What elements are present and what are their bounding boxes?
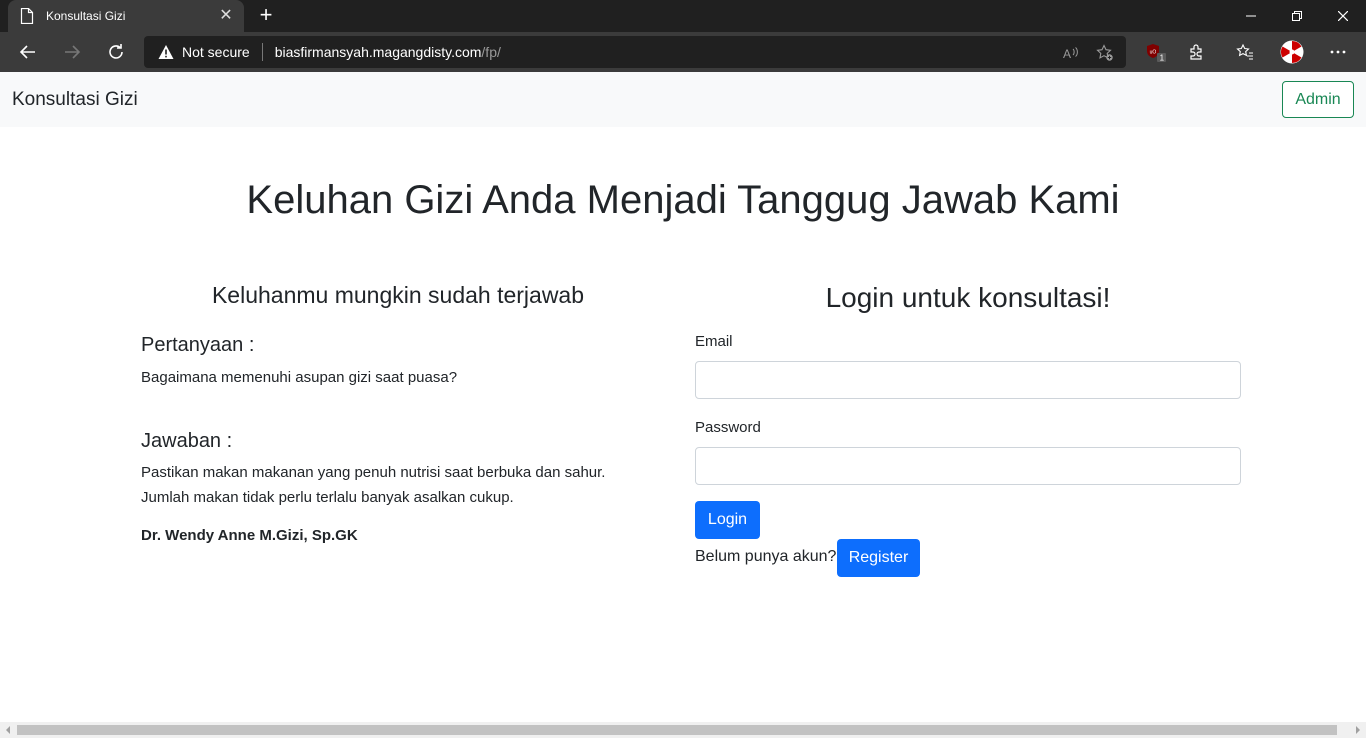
- close-tab-icon[interactable]: ✕: [218, 8, 234, 24]
- question-text: Bagaimana memenuhi asupan gizi saat puas…: [141, 369, 458, 386]
- url-host: biasfirmansyah.magangdisty.com: [274, 44, 482, 60]
- login-button[interactable]: Login: [695, 501, 760, 539]
- url-path: /fp/: [481, 44, 501, 60]
- site-navbar: Konsultasi Gizi Admin: [0, 72, 1366, 127]
- minimize-icon[interactable]: [1228, 0, 1274, 32]
- omnibox-divider: [261, 43, 263, 61]
- scroll-left-icon[interactable]: [4, 726, 12, 734]
- browser-tabbar: Konsultasi Gizi ✕ +: [0, 0, 1366, 32]
- page-title: Keluhan Gizi Anda Menjadi Tanggug Jawab …: [246, 178, 1120, 222]
- new-tab-icon[interactable]: +: [256, 4, 276, 26]
- security-label[interactable]: Not secure: [182, 44, 250, 60]
- email-field[interactable]: [695, 361, 1241, 399]
- password-label: Password: [695, 419, 761, 436]
- extension-badge: 1: [1160, 54, 1165, 63]
- profile-avatar[interactable]: [1276, 36, 1308, 68]
- warning-icon[interactable]: [158, 44, 174, 60]
- back-icon[interactable]: [12, 36, 44, 68]
- scrollbar-thumb[interactable]: [17, 725, 1337, 735]
- svg-text:uO: uO: [1150, 50, 1157, 56]
- restore-icon[interactable]: [1274, 0, 1320, 32]
- address-bar[interactable]: Not secure biasfirmansyah.magangdisty.co…: [144, 36, 1126, 68]
- brand-link[interactable]: Konsultasi Gizi: [12, 89, 138, 111]
- read-aloud-icon[interactable]: A: [1062, 44, 1080, 62]
- svg-text:A: A: [1063, 47, 1071, 61]
- tab-title: Konsultasi Gizi: [46, 9, 126, 23]
- register-button[interactable]: Register: [837, 539, 920, 577]
- more-menu-icon[interactable]: [1322, 36, 1354, 68]
- doctor-name: Dr. Wendy Anne M.Gizi, Sp.GK: [141, 527, 358, 544]
- answer-line-2: Jumlah makan tidak perlu terlalu banyak …: [141, 489, 514, 506]
- extensions-icon[interactable]: [1181, 36, 1213, 68]
- no-account-text: Belum punya akun?: [695, 548, 837, 565]
- faq-title: Keluhanmu mungkin sudah terjawab: [211, 282, 585, 308]
- ublock-extension-icon[interactable]: uO 1: [1140, 36, 1172, 68]
- password-field[interactable]: [695, 447, 1241, 485]
- browser-tab[interactable]: Konsultasi Gizi ✕: [8, 0, 244, 32]
- answer-line-1: Pastikan makan makanan yang penuh nutris…: [141, 464, 606, 481]
- close-window-icon[interactable]: [1320, 0, 1366, 32]
- login-title: Login untuk konsultasi!: [825, 282, 1111, 313]
- reload-icon[interactable]: [100, 36, 132, 68]
- email-label: Email: [695, 333, 733, 350]
- scroll-right-icon[interactable]: [1354, 726, 1362, 734]
- answer-label: Jawaban :: [141, 430, 233, 452]
- admin-button[interactable]: Admin: [1282, 81, 1354, 118]
- question-label: Pertanyaan :: [141, 334, 255, 356]
- browser-toolbar: Not secure biasfirmansyah.magangdisty.co…: [0, 32, 1366, 72]
- favorites-icon[interactable]: [1229, 36, 1261, 68]
- horizontal-scrollbar[interactable]: [0, 722, 1366, 738]
- page-icon: [20, 8, 34, 24]
- add-favorite-icon[interactable]: [1096, 44, 1114, 62]
- forward-icon[interactable]: [56, 36, 88, 68]
